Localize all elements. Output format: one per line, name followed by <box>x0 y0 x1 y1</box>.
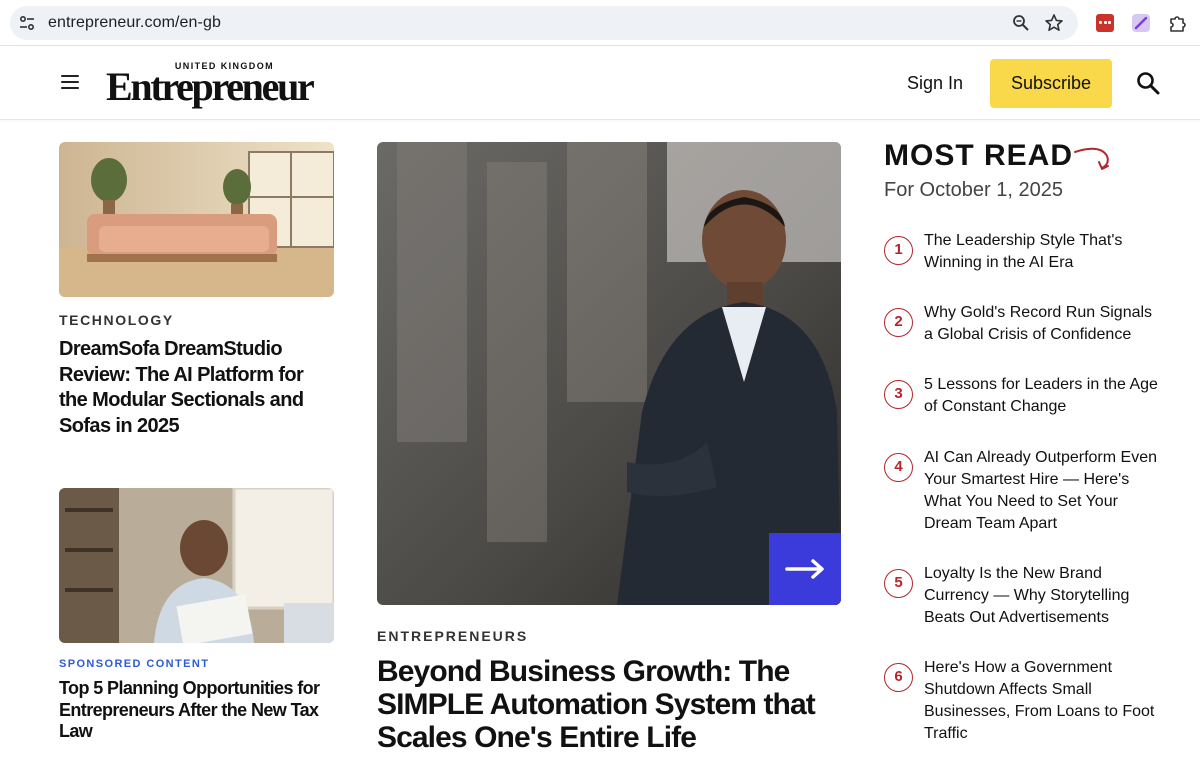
logo-wordmark: Entrepreneur <box>106 64 315 109</box>
man-reading-image[interactable] <box>59 488 334 643</box>
rank-badge: 2 <box>884 308 913 337</box>
tune-icon[interactable] <box>18 14 36 32</box>
rank-badge: 3 <box>884 380 913 409</box>
feature-kicker[interactable]: ENTREPRENEURS <box>377 628 528 644</box>
rank-badge: 1 <box>884 236 913 265</box>
sponsored-kicker[interactable]: SPONSORED CONTENT <box>59 658 209 670</box>
zoom-icon[interactable] <box>1012 14 1030 32</box>
hamburger-menu-icon[interactable] <box>61 75 79 89</box>
browser-toolbar: entrepreneur.com/en-gb <box>0 0 1200 46</box>
feature-title[interactable]: Beyond Business Growth: The SIMPLE Autom… <box>377 655 817 754</box>
card-title[interactable]: Top 5 Planning Opportunities for Entrepr… <box>59 678 334 743</box>
most-read-link[interactable]: Loyalty Is the New Brand Currency — Why … <box>924 563 1160 629</box>
red-extension-icon[interactable] <box>1096 14 1114 32</box>
site-logo[interactable]: UNITED KINGDOM Entrepreneur <box>106 61 315 107</box>
star-icon[interactable] <box>1044 13 1064 33</box>
search-icon[interactable] <box>1136 71 1160 95</box>
puzzle-extension-icon[interactable] <box>1168 13 1188 33</box>
sign-in-link[interactable]: Sign In <box>907 73 963 94</box>
subscribe-button[interactable]: Subscribe <box>990 59 1112 108</box>
card-kicker[interactable]: TECHNOLOGY <box>59 312 174 328</box>
pink-sofa-image[interactable] <box>59 142 334 297</box>
rank-badge: 4 <box>884 453 913 482</box>
most-read-date: For October 1, 2025 <box>884 179 1063 201</box>
most-read-link[interactable]: The Leadership Style That's Winning in t… <box>924 230 1160 274</box>
rank-badge: 6 <box>884 663 913 692</box>
rank-badge: 5 <box>884 569 913 598</box>
most-read-heading: MOST READ <box>884 139 1073 172</box>
right-arrow-icon[interactable] <box>769 533 841 605</box>
card-title[interactable]: DreamSofa DreamStudio Review: The AI Pla… <box>59 337 334 439</box>
most-read-link[interactable]: 5 Lessons for Leaders in the Age of Cons… <box>924 374 1160 418</box>
most-read-link[interactable]: Why Gold's Record Run Signals a Global C… <box>924 302 1160 346</box>
most-read-link[interactable]: Here's How a Government Shutdown Affects… <box>924 657 1160 745</box>
address-bar[interactable]: entrepreneur.com/en-gb <box>10 6 1078 40</box>
site-header: UNITED KINGDOM Entrepreneur Sign In Subs… <box>0 47 1200 120</box>
curved-arrow-icon <box>1074 147 1109 170</box>
most-read-link[interactable]: AI Can Already Outperform Even Your Smar… <box>924 447 1160 535</box>
pen-extension-icon[interactable] <box>1132 14 1150 32</box>
url-text[interactable]: entrepreneur.com/en-gb <box>48 14 221 32</box>
